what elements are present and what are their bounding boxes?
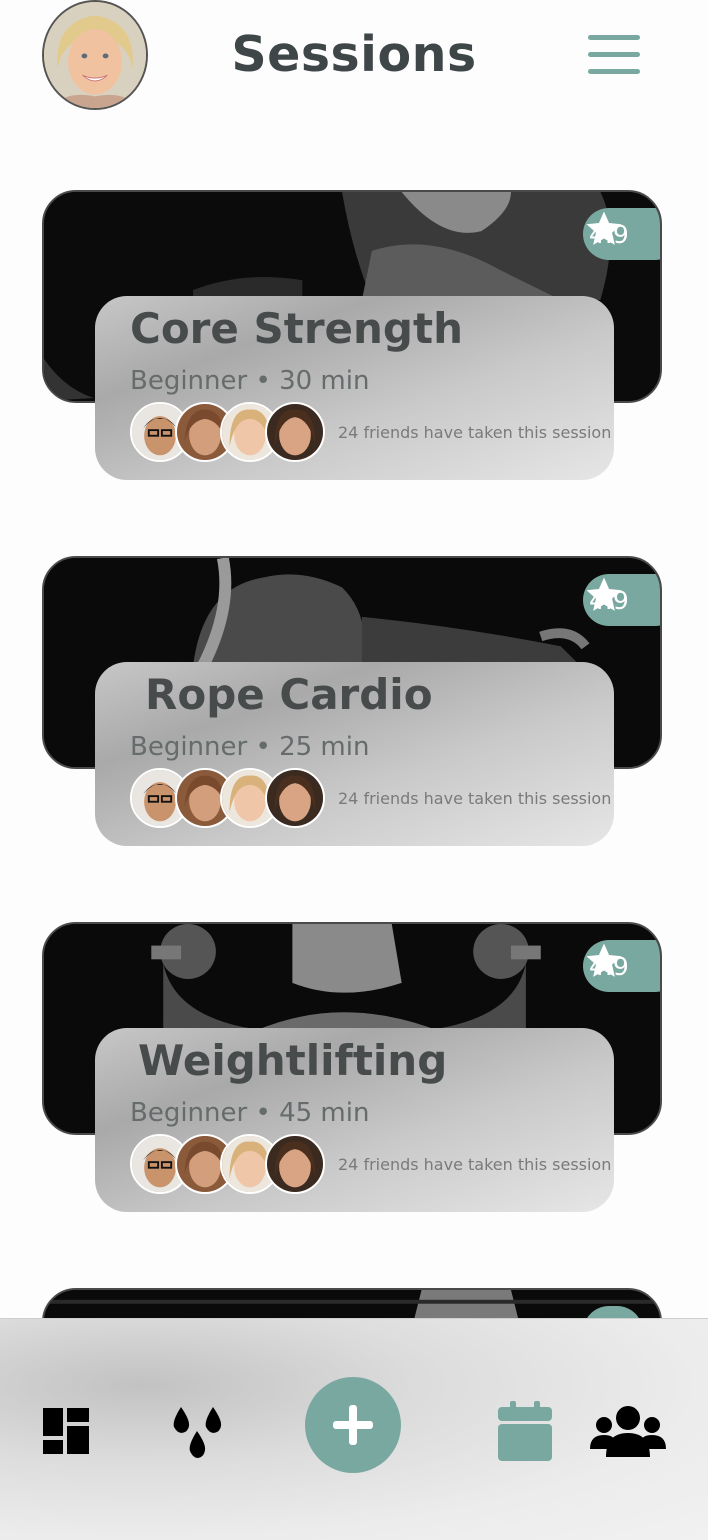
session-info-panel: Rope Cardio Beginner • 25 min 24 friends… — [95, 662, 614, 846]
session-meta: Beginner • 30 min — [130, 366, 370, 396]
session-info-panel: Core Strength Beginner • 30 min 24 frien… — [95, 296, 614, 480]
friend-avatar — [265, 768, 325, 828]
session-title: Weightlifting — [138, 1036, 448, 1085]
water-drops-icon[interactable] — [172, 1407, 222, 1459]
friends-count-text: 24 friends have taken this session — [338, 789, 612, 808]
dashboard-icon[interactable] — [43, 1408, 89, 1454]
friend-avatars — [130, 768, 330, 828]
calendar-icon[interactable] — [498, 1401, 552, 1461]
friends-count-text: 24 friends have taken this session — [338, 423, 612, 442]
rating-badge: 4.9 — [583, 574, 660, 626]
session-info-panel: Weightlifting Beginner • 45 min 24 frien… — [95, 1028, 614, 1212]
friend-avatar — [265, 1134, 325, 1194]
add-icon — [333, 1405, 373, 1445]
star-icon — [586, 577, 622, 611]
session-title: Core Strength — [130, 304, 463, 353]
hamburger-menu-icon[interactable] — [588, 32, 642, 80]
friend-avatar — [265, 402, 325, 462]
session-card[interactable]: 4.9 Rope Cardio Beginner • 25 min 24 fri… — [0, 556, 708, 856]
group-icon[interactable] — [590, 1405, 666, 1459]
bottom-nav — [0, 1318, 708, 1540]
star-icon — [586, 943, 622, 977]
friends-count-text: 24 friends have taken this session — [338, 1155, 612, 1174]
rating-badge: 4.9 — [583, 940, 660, 992]
add-button[interactable] — [305, 1377, 401, 1473]
session-title: Rope Cardio — [145, 670, 433, 719]
friend-avatars — [130, 402, 330, 462]
star-icon — [586, 211, 622, 245]
friend-avatars — [130, 1134, 330, 1194]
sessions-page: Sessions 4.9 Core Strength Beginner • 30… — [0, 0, 708, 1540]
session-card[interactable]: 4.9 Weightlifting Beginner • 45 min 24 f… — [0, 922, 708, 1222]
session-meta: Beginner • 25 min — [130, 732, 370, 762]
session-card[interactable]: 4.9 Core Strength Beginner • 30 min 24 f… — [0, 190, 708, 490]
rating-badge: 4.9 — [583, 208, 660, 260]
session-meta: Beginner • 45 min — [130, 1098, 370, 1128]
